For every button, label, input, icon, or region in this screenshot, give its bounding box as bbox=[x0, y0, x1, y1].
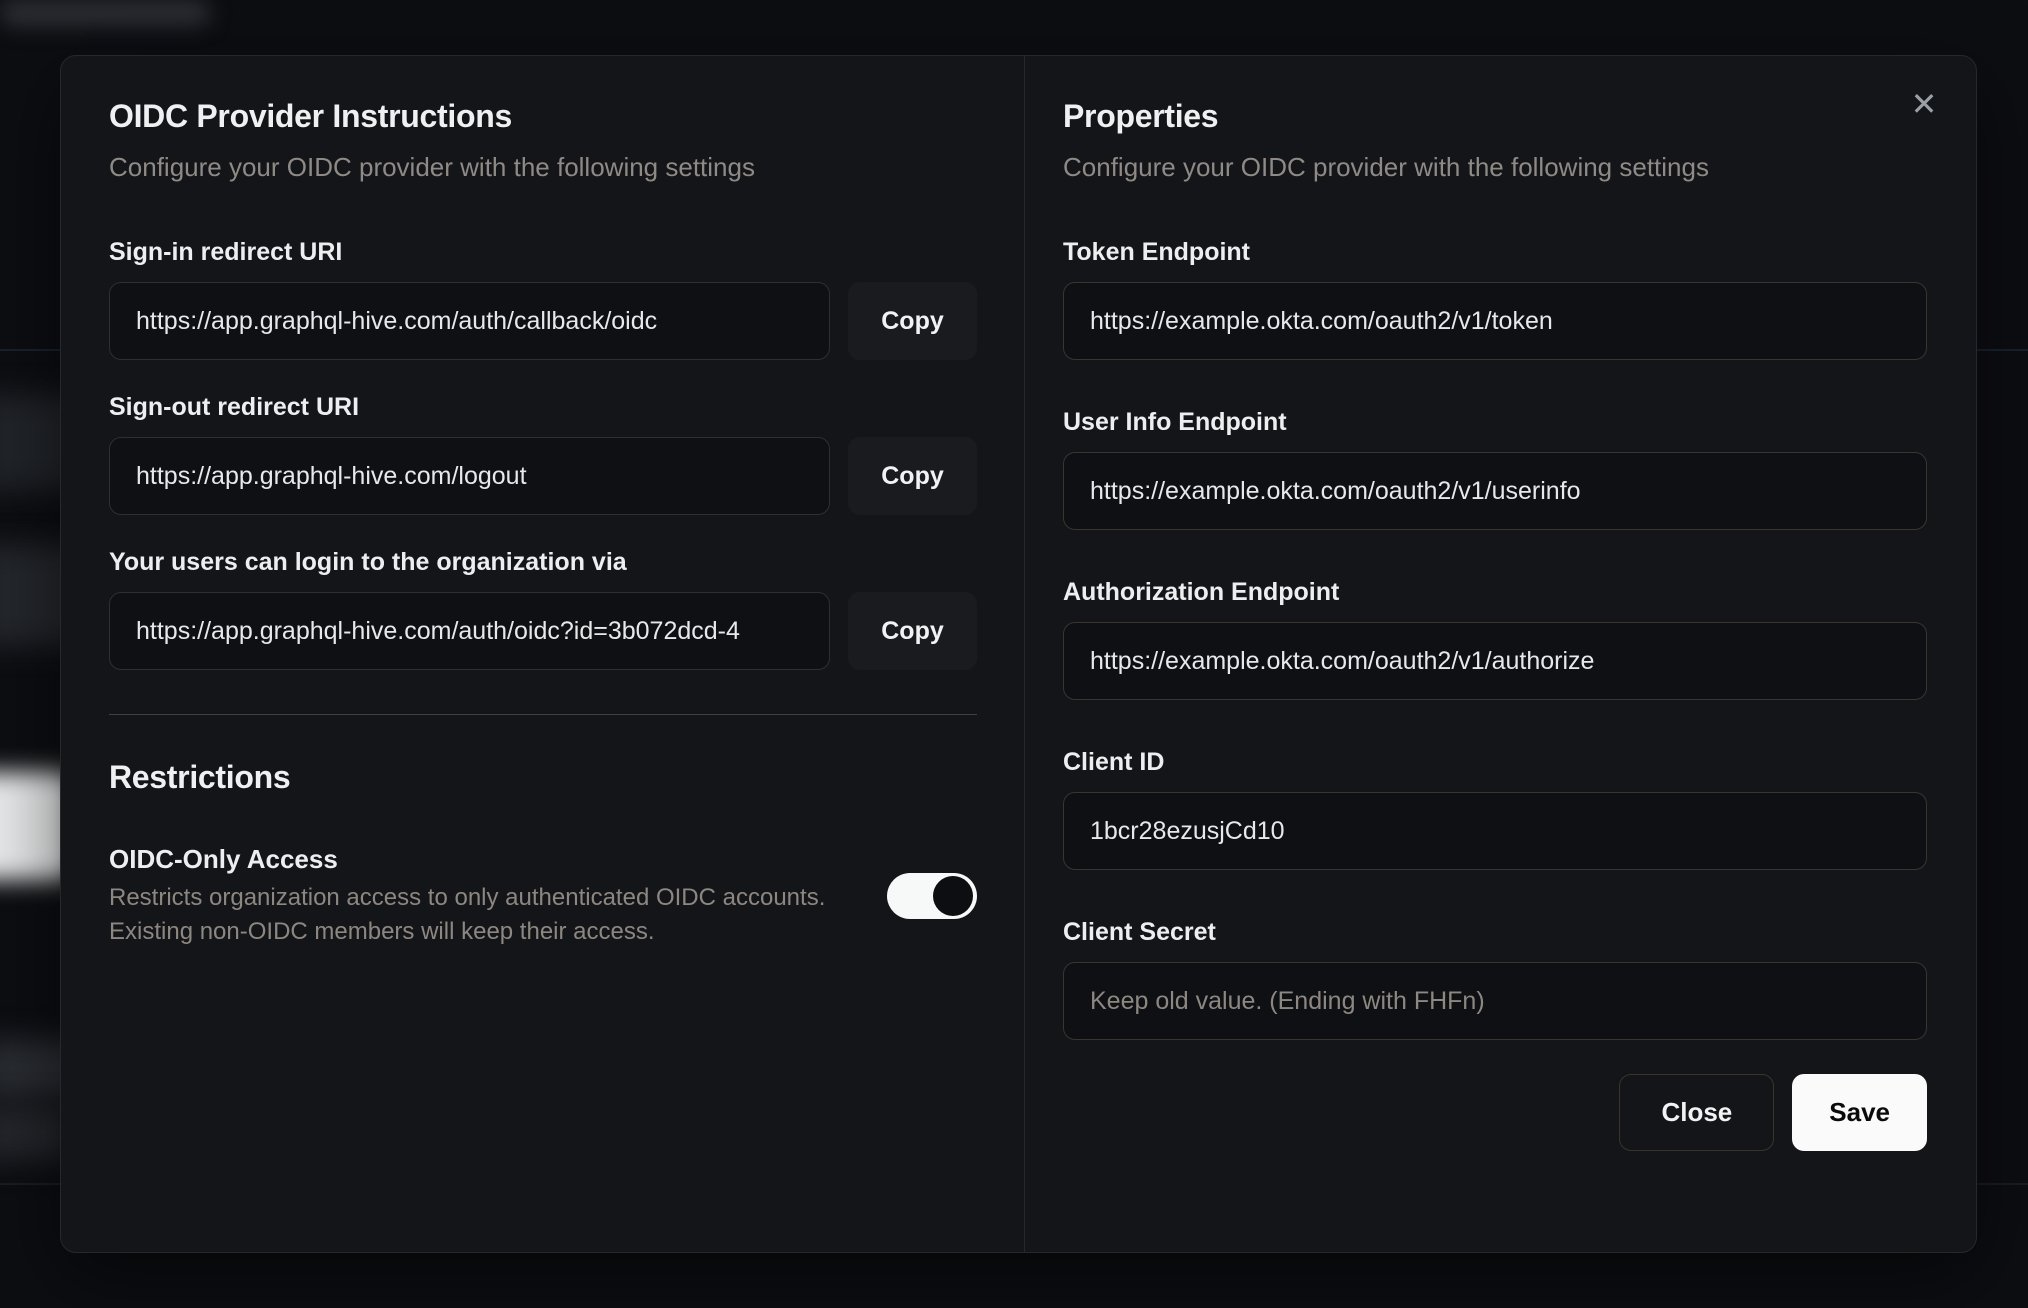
blurred-topbar-fragment bbox=[0, 0, 210, 26]
oidc-only-access-toggle[interactable] bbox=[887, 872, 977, 919]
client-secret-label: Client Secret bbox=[1063, 918, 1216, 947]
oidc-settings-modal: OIDC Provider Instructions Configure you… bbox=[60, 55, 1977, 1253]
login-url-input[interactable] bbox=[109, 592, 830, 671]
instructions-subtitle: Configure your OIDC provider with the fo… bbox=[109, 151, 755, 182]
properties-title: Properties bbox=[1063, 98, 1219, 134]
sign-in-redirect-input[interactable] bbox=[109, 282, 830, 361]
token-endpoint-label: Token Endpoint bbox=[1063, 238, 1251, 267]
client-id-field: Client ID bbox=[1063, 747, 1927, 871]
token-endpoint-input[interactable] bbox=[1063, 282, 1927, 361]
client-secret-input[interactable] bbox=[1063, 962, 1927, 1041]
save-button[interactable]: Save bbox=[1792, 1074, 1927, 1152]
copy-sign-out-redirect-button[interactable]: Copy bbox=[848, 437, 977, 516]
client-id-label: Client ID bbox=[1063, 748, 1165, 777]
user-info-endpoint-input[interactable] bbox=[1063, 452, 1927, 531]
sign-in-redirect-label: Sign-in redirect URI bbox=[109, 238, 343, 267]
modal-footer: Close Save bbox=[1063, 1074, 1927, 1152]
instructions-title: OIDC Provider Instructions bbox=[109, 98, 512, 134]
authorization-endpoint-label: Authorization Endpoint bbox=[1063, 578, 1340, 607]
properties-subtitle: Configure your OIDC provider with the fo… bbox=[1063, 151, 1709, 182]
instructions-column: OIDC Provider Instructions Configure you… bbox=[61, 56, 1024, 1252]
client-secret-field: Client Secret bbox=[1063, 917, 1927, 1041]
restrictions-divider bbox=[109, 714, 977, 716]
client-id-input[interactable] bbox=[1063, 792, 1927, 871]
sign-out-redirect-field: Sign-out redirect URI Copy bbox=[109, 392, 977, 516]
login-url-field: Your users can login to the organization… bbox=[109, 547, 977, 671]
sign-out-redirect-input[interactable] bbox=[109, 437, 830, 516]
copy-sign-in-redirect-button[interactable]: Copy bbox=[848, 282, 977, 361]
oidc-only-access-info: OIDC-Only Access Restricts organization … bbox=[109, 843, 857, 949]
restrictions-title: Restrictions bbox=[109, 759, 291, 796]
authorization-endpoint-field: Authorization Endpoint bbox=[1063, 577, 1927, 701]
oidc-only-access-label: OIDC-Only Access bbox=[109, 843, 338, 874]
close-button[interactable]: Close bbox=[1619, 1074, 1775, 1152]
close-icon[interactable]: ✕ bbox=[1902, 82, 1946, 126]
token-endpoint-field: Token Endpoint bbox=[1063, 237, 1927, 361]
authorization-endpoint-input[interactable] bbox=[1063, 622, 1927, 701]
toggle-thumb-icon bbox=[933, 875, 973, 916]
sign-out-redirect-label: Sign-out redirect URI bbox=[109, 393, 360, 422]
user-info-endpoint-field: User Info Endpoint bbox=[1063, 407, 1927, 531]
user-info-endpoint-label: User Info Endpoint bbox=[1063, 408, 1287, 437]
copy-login-url-button[interactable]: Copy bbox=[848, 592, 977, 671]
sign-in-redirect-field: Sign-in redirect URI Copy bbox=[109, 237, 977, 361]
properties-column: ✕ Properties Configure your OIDC provide… bbox=[1024, 56, 1976, 1252]
oidc-only-access-description: Restricts organization access to only au… bbox=[109, 883, 826, 945]
login-url-label: Your users can login to the organization… bbox=[109, 548, 627, 577]
oidc-only-access-row: OIDC-Only Access Restricts organization … bbox=[109, 843, 977, 949]
